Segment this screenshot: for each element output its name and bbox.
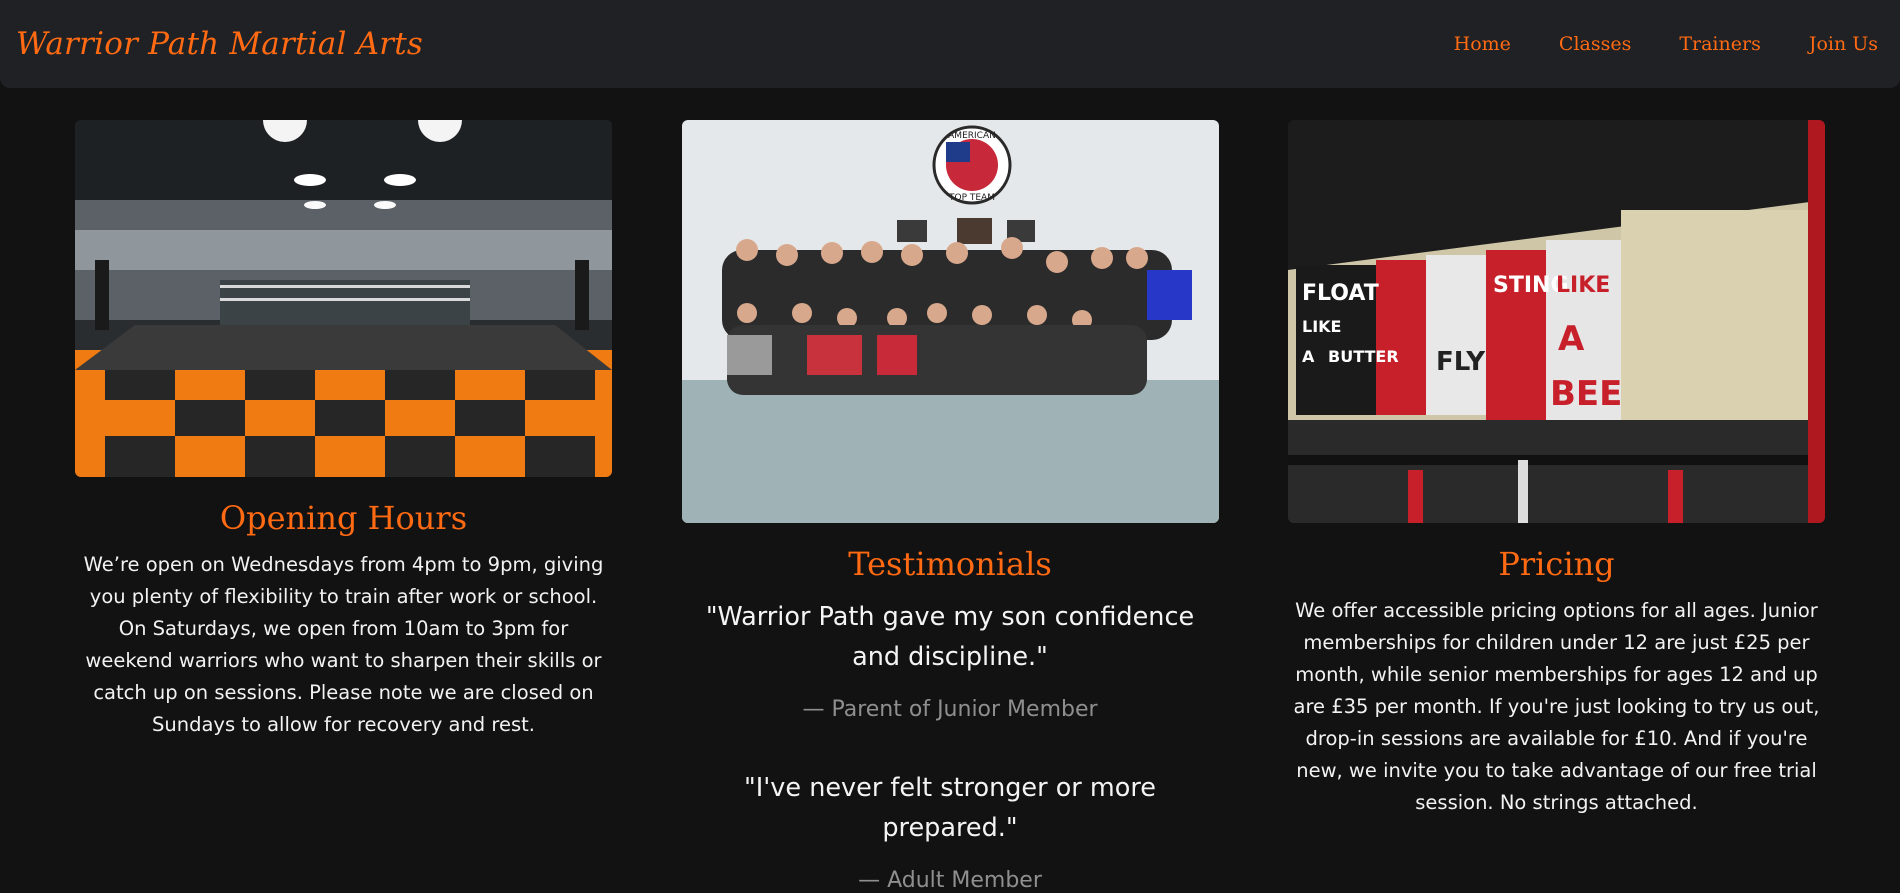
gym-interior-photo — [75, 120, 612, 477]
logo-bottom-text: TOP TEAM — [948, 193, 995, 203]
testimonials-section: AMERICAN TOP TEAM Testimonials "Warrior … — [681, 120, 1219, 893]
gym-mural-photo: FLOAT LIKE A BUTTER FLY STING LIKE A BEE — [1288, 120, 1825, 523]
navbar: Warrior Path Martial Arts Home Classes T… — [0, 0, 1900, 88]
pricing-title: Pricing — [1498, 545, 1615, 583]
opening-hours-section: Opening Hours We’re open on Wednesdays f… — [75, 120, 612, 893]
pricing-section: FLOAT LIKE A BUTTER FLY STING LIKE A BEE — [1288, 120, 1825, 893]
testimonial-author-1: — Parent of Junior Member — [802, 697, 1098, 722]
mural-word-butter: BUTTER — [1328, 347, 1399, 366]
mural-word-float: FLOAT — [1302, 281, 1379, 306]
nav-link-classes[interactable]: Classes — [1559, 33, 1631, 55]
team-photo: AMERICAN TOP TEAM — [681, 120, 1219, 523]
nav-link-trainers[interactable]: Trainers — [1679, 33, 1760, 55]
mural-word-a-2: A — [1558, 319, 1585, 359]
content-columns: Opening Hours We’re open on Wednesdays f… — [75, 120, 1825, 893]
pricing-text: We offer accessible pricing options for … — [1293, 599, 1820, 814]
testimonials-title: Testimonials — [848, 545, 1052, 583]
opening-hours-title: Opening Hours — [219, 499, 468, 537]
mural-word-like-2: LIKE — [1556, 273, 1610, 298]
logo-top-text: AMERICAN — [948, 131, 996, 141]
opening-hours-text: We’re open on Wednesdays from 4pm to 9pm… — [83, 553, 604, 736]
mural-word-fly: FLY — [1436, 347, 1486, 377]
mural-word-a: A — [1302, 347, 1315, 366]
mural-word-like: LIKE — [1302, 317, 1341, 336]
testimonial-author-2: — Adult Member — [858, 868, 1042, 893]
mural-word-bee: BEE — [1550, 374, 1622, 414]
nav-link-join-us[interactable]: Join Us — [1809, 33, 1878, 55]
testimonial-quote-1: "Warrior Path gave my son confidence and… — [705, 602, 1195, 672]
brand-logo[interactable]: Warrior Path Martial Arts — [16, 26, 423, 62]
testimonial-quote-2: "I've never felt stronger or more prepar… — [744, 773, 1156, 843]
nav-links: Home Classes Trainers Join Us — [1406, 33, 1878, 55]
nav-link-home[interactable]: Home — [1454, 33, 1511, 55]
